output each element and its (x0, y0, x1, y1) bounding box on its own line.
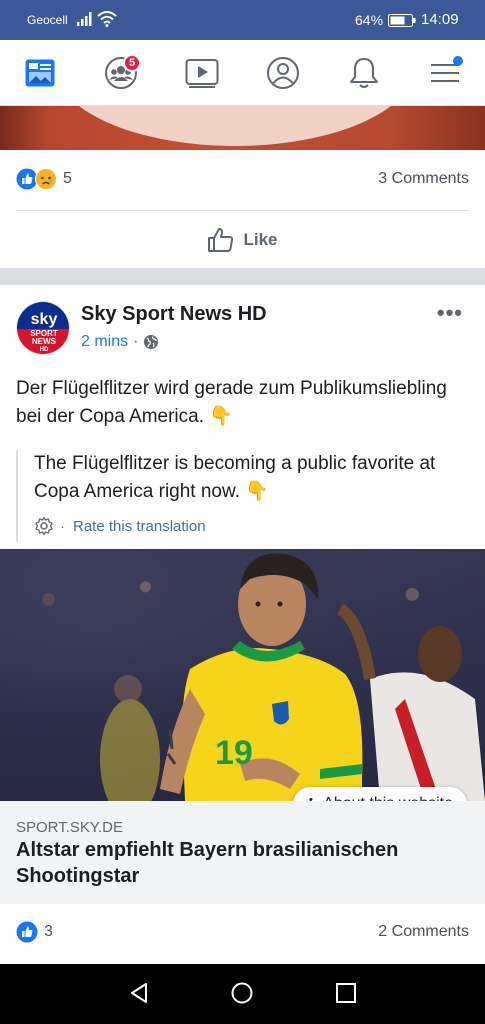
thumbs-up-icon (208, 228, 234, 252)
profile-icon (267, 57, 299, 89)
news-feed-tab[interactable] (16, 50, 64, 96)
notifications-icon (350, 58, 378, 88)
previous-post-reactions[interactable]: 5 (16, 168, 72, 190)
avatar-news-text: NEWS (32, 337, 57, 346)
battery-percent: 64% (355, 12, 384, 28)
signal-icon (77, 12, 92, 26)
translated-text: The Flügelflitzer is becoming a public f… (34, 453, 436, 502)
menu-notification-dot (453, 56, 463, 66)
rate-translation-row: · Rate this translation (34, 516, 469, 536)
avatar-sky-text: sky (31, 311, 58, 328)
friends-tab[interactable]: 5 (97, 50, 145, 96)
clock: 14:09 (421, 11, 459, 28)
post-text: Der Flügelflitzer wird gerade zum Publik… (16, 378, 447, 427)
settings-gear-icon[interactable] (34, 516, 54, 536)
top-nav-bar: 5 (0, 40, 485, 106)
news-feed-icon (25, 59, 55, 87)
watch-tab[interactable] (178, 50, 226, 96)
like-label: Like (243, 230, 278, 249)
svg-text:19: 19 (215, 734, 253, 772)
system-navigation-bar (0, 964, 485, 1024)
globe-icon (144, 335, 159, 349)
watch-icon (185, 59, 219, 88)
status-bar: Geocell 64% 14:09 (0, 0, 485, 40)
like-button[interactable]: Like (0, 224, 485, 256)
feed-separator (0, 268, 485, 285)
link-preview-caption[interactable]: SPORT.SKY.DE Altstar empfiehlt Bayern br… (0, 801, 485, 904)
wifi-icon (97, 11, 117, 27)
carrier-label: Geocell (27, 13, 68, 27)
reaction-count: 5 (63, 170, 72, 187)
post-meta: 2 mins · (81, 333, 159, 351)
link-preview-image[interactable]: 19 (0, 549, 485, 801)
reaction-count: 3 (44, 923, 53, 940)
friends-notification-badge: 5 (123, 54, 141, 72)
divider (16, 210, 469, 211)
rate-translation-link[interactable]: Rate this translation (73, 518, 206, 535)
post-reactions[interactable]: 3 (16, 921, 53, 943)
comments-count-link[interactable]: 3 Comments (378, 170, 469, 188)
link-domain: SPORT.SKY.DE (16, 819, 123, 836)
page-name[interactable]: Sky Sport News HD (81, 303, 267, 326)
translation-block: The Flügelflitzer is becoming a public f… (16, 450, 469, 542)
page-avatar[interactable]: sky SPORT NEWS HD (16, 301, 70, 355)
more-options-icon[interactable]: ••• (437, 300, 463, 326)
like-reaction-icon (16, 921, 38, 943)
previous-post-image[interactable] (0, 106, 485, 150)
sad-reaction-icon (35, 168, 57, 190)
avatar-hd-text: HD (40, 347, 49, 353)
back-icon[interactable] (128, 982, 150, 1004)
menu-tab[interactable] (421, 50, 469, 96)
notifications-tab[interactable] (340, 50, 388, 96)
link-title: Altstar empfiehlt Bayern brasilianischen… (16, 839, 399, 887)
recent-apps-icon[interactable] (335, 982, 357, 1004)
battery-icon (388, 14, 416, 27)
profile-tab[interactable] (259, 50, 307, 96)
comments-count-link[interactable]: 2 Comments (378, 923, 469, 941)
post-time[interactable]: 2 mins (81, 333, 128, 351)
home-icon[interactable] (231, 982, 253, 1004)
